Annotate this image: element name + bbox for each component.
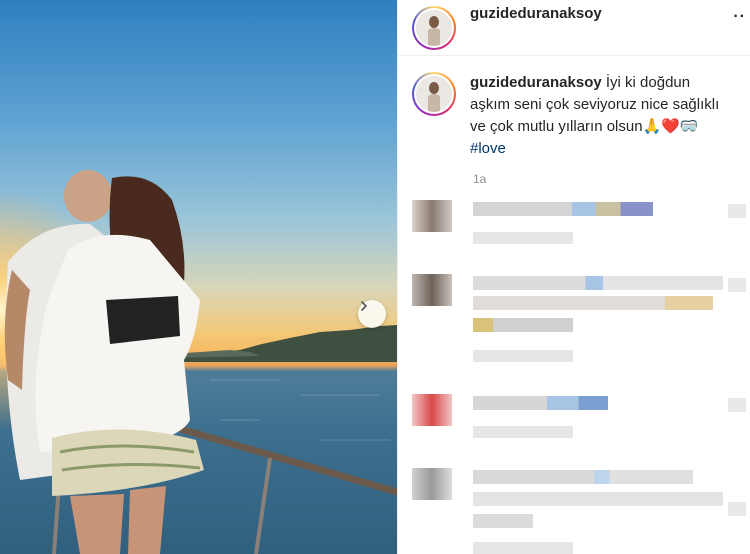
avatar[interactable] <box>412 5 456 50</box>
caption-text: guzideduranaksoy İyi ki doğdun aşkım sen… <box>470 72 730 160</box>
comment-text <box>473 492 723 506</box>
post-side-panel: guzideduranaksoy ·· guzideduranaksoy İyi… <box>397 0 750 554</box>
post-caption: guzideduranaksoy İyi ki doğdun aşkım sen… <box>398 56 750 160</box>
comment-meta <box>473 542 573 554</box>
comment-avatar <box>412 200 452 232</box>
profile-photo <box>416 9 452 46</box>
comment-text <box>473 396 608 410</box>
comment-text <box>473 296 713 310</box>
comment-meta <box>473 350 573 362</box>
more-options-icon[interactable]: ·· <box>733 8 746 26</box>
chevron-right-icon <box>361 301 368 311</box>
next-photo-button[interactable] <box>358 300 386 328</box>
comment-meta <box>473 426 573 438</box>
comment-text <box>473 470 693 484</box>
comment-like-icon <box>728 398 746 412</box>
post-photo[interactable] <box>0 0 397 554</box>
comment-text <box>473 276 723 290</box>
caption-username[interactable]: guzideduranaksoy <box>470 74 602 91</box>
sunset-couple-image <box>0 170 397 554</box>
comment-avatar <box>412 394 452 426</box>
comment-meta <box>473 232 573 244</box>
comment-like-icon <box>728 278 746 292</box>
comment-avatar <box>412 468 452 500</box>
hashtag-link[interactable]: #love <box>470 140 506 157</box>
caption-avatar[interactable] <box>412 72 456 116</box>
header-username[interactable]: guzideduranaksoy <box>470 5 602 22</box>
comment-text <box>473 514 533 528</box>
post-timestamp[interactable]: 1a <box>473 172 750 186</box>
comment-avatar <box>412 274 452 306</box>
comment-like-icon <box>728 204 746 218</box>
comment-text <box>473 202 653 216</box>
comment-text <box>473 318 573 332</box>
caption-emojis: 🙏❤️🥽 <box>642 118 699 135</box>
post-header: guzideduranaksoy ·· <box>398 0 750 56</box>
profile-photo <box>416 76 452 112</box>
comment-like-icon <box>728 502 746 516</box>
